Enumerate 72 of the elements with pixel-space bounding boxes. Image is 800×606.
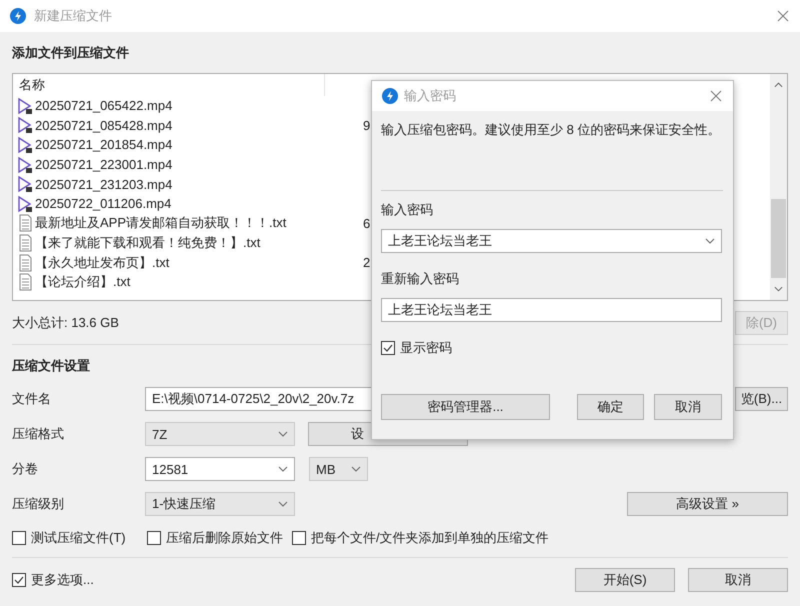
scroll-down-icon[interactable]	[774, 286, 783, 292]
checkbox-label[interactable]: 更多选项...	[31, 571, 94, 589]
file-name[interactable]: 20250721_201854.mp4	[35, 137, 363, 152]
app-logo-icon	[382, 88, 398, 104]
field-label: 输入密码	[381, 201, 434, 219]
file-name[interactable]: 20250722_011206.mp4	[35, 196, 363, 212]
dropdown[interactable]: MB	[309, 457, 368, 481]
text-file-icon	[17, 234, 33, 252]
section-heading: 添加文件到压缩文件	[12, 44, 130, 62]
caret-icon	[278, 466, 288, 472]
dialog-title: 输入密码	[404, 87, 456, 105]
scroll-thumb[interactable]	[771, 198, 786, 278]
text-file-icon	[17, 273, 33, 292]
video-file-icon	[17, 96, 33, 115]
dropdown[interactable]: 7Z	[145, 422, 295, 446]
file-name[interactable]: 【来了就能下载和观看！纯免费！】.txt	[35, 234, 363, 252]
file-size: 9	[363, 118, 370, 133]
file-name[interactable]: 20250721_085428.mp4	[35, 118, 363, 133]
field-label: 压缩格式	[12, 425, 65, 443]
file-size: 2	[363, 255, 370, 270]
file-name[interactable]: 20250721_223001.mp4	[35, 157, 363, 172]
password-dropdown[interactable]: 上老王论坛当老王	[381, 229, 722, 253]
section-heading: 压缩文件设置	[12, 357, 91, 375]
confirm-password-field[interactable]: 上老王论坛当老王	[381, 298, 722, 322]
video-file-icon	[17, 156, 33, 174]
cancel-button[interactable]: 取消	[654, 394, 722, 420]
file-name[interactable]: 20250721_231203.mp4	[35, 176, 363, 192]
field-label: 压缩级别	[12, 495, 65, 513]
field-label: 文件名	[12, 390, 52, 408]
caret-icon	[278, 431, 288, 437]
dropdown[interactable]: 12581	[145, 457, 295, 481]
close-icon[interactable]	[777, 10, 789, 22]
checkbox[interactable]	[12, 531, 26, 545]
checkbox[interactable]	[381, 341, 395, 355]
start-button[interactable]: 开始(S)	[575, 568, 675, 592]
advanced-settings-button[interactable]: 高级设置 »	[627, 492, 788, 516]
text-file-icon	[17, 214, 33, 232]
checkbox[interactable]	[147, 531, 161, 545]
dialog-description: 输入压缩包密码。建议使用至少 8 位的密码来保证安全性。	[381, 121, 722, 139]
checkbox-label[interactable]: 把每个文件/文件夹添加到单独的压缩文件	[311, 529, 549, 547]
close-icon[interactable]	[710, 90, 722, 102]
checkbox-label[interactable]: 显示密码	[400, 339, 452, 357]
checkbox-label[interactable]: 测试压缩文件(T)	[31, 529, 126, 547]
total-size: 大小总计: 13.6 GB	[12, 314, 119, 332]
caret-icon	[705, 238, 715, 244]
checkbox[interactable]	[12, 573, 26, 587]
caret-icon	[278, 501, 288, 507]
file-name[interactable]: 【论坛介绍】.txt	[35, 273, 363, 292]
password-manager-button[interactable]: 密码管理器...	[381, 394, 550, 420]
file-name[interactable]: 最新地址及APP请发邮箱自动获取！！！.txt	[35, 214, 363, 232]
scrollbar[interactable]	[770, 74, 787, 300]
video-file-icon	[17, 194, 33, 213]
scroll-up-icon[interactable]	[774, 82, 783, 88]
column-header[interactable]: 名称	[13, 74, 325, 96]
video-file-icon	[17, 175, 33, 194]
caret-icon	[351, 466, 361, 472]
file-name[interactable]: 20250721_065422.mp4	[35, 98, 363, 114]
browse-button[interactable]: 览(B)...	[735, 387, 788, 411]
ok-button[interactable]: 确定	[577, 394, 644, 420]
dropdown[interactable]: 1-快速压缩	[145, 492, 295, 516]
text-file-icon	[17, 254, 33, 272]
video-file-icon	[17, 116, 33, 134]
checkbox-label[interactable]: 压缩后删除原始文件	[166, 529, 283, 547]
checkbox[interactable]	[292, 531, 306, 545]
cancel-button[interactable]: 取消	[688, 568, 788, 592]
app-logo-icon	[10, 8, 26, 24]
field-label: 重新输入密码	[381, 270, 460, 288]
video-file-icon	[17, 136, 33, 154]
file-name[interactable]: 【永久地址发布页】.txt	[35, 254, 363, 272]
field-label: 分卷	[12, 460, 39, 478]
window-title: 新建压缩文件	[34, 7, 112, 25]
file-size: 6	[363, 216, 370, 231]
